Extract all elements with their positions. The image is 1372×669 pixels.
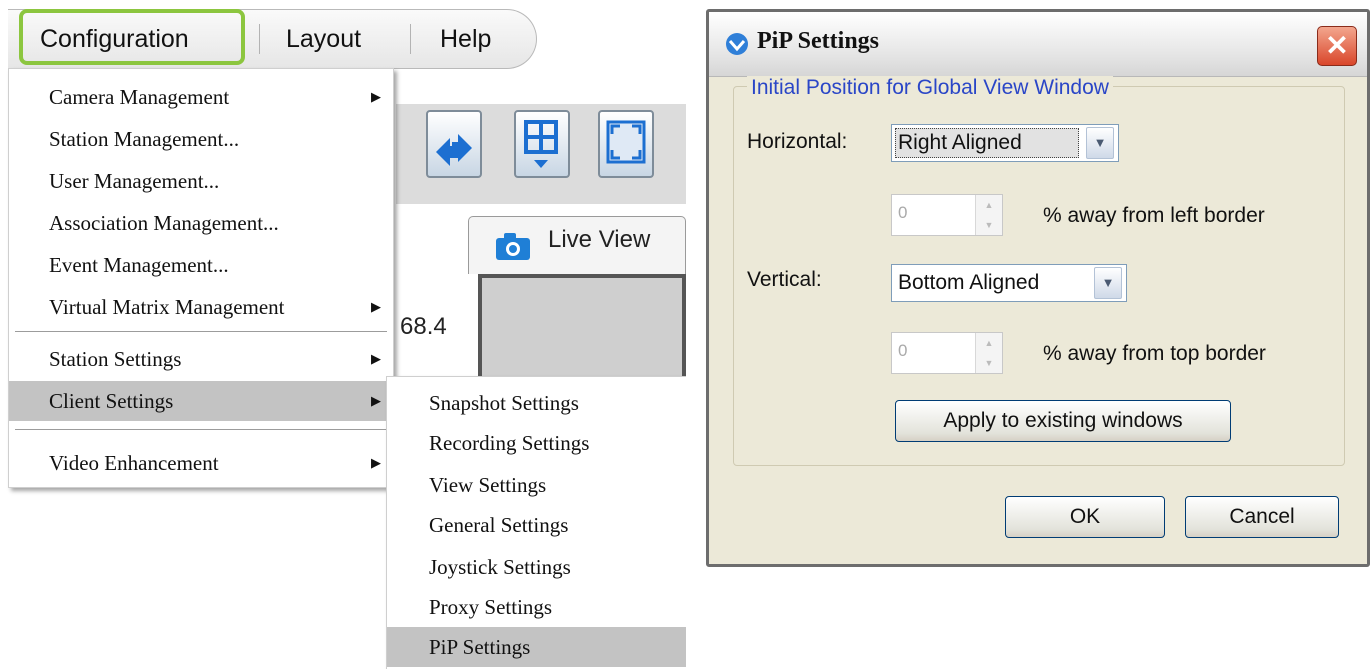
toolbar <box>396 104 686 204</box>
vertical-offset-suffix: % away from top border <box>1043 342 1266 365</box>
menu-item-general-settings[interactable]: General Settings <box>387 505 686 545</box>
menu-divider <box>410 24 411 54</box>
menu-item-video-enhancement[interactable]: Video Enhancement ▶ <box>9 443 393 483</box>
menu-item-recording-settings[interactable]: Recording Settings <box>387 423 686 463</box>
menu-item-label: Camera Management <box>49 85 230 109</box>
spinner-arrows-icon[interactable]: ▲ ▼ <box>975 195 1002 235</box>
vertical-align-select[interactable]: Bottom Aligned ▼ <box>891 264 1127 302</box>
ok-button[interactable]: OK <box>1005 496 1165 538</box>
horizontal-offset-spinner[interactable]: 0 ▲ ▼ <box>891 194 1003 236</box>
horizontal-label: Horizontal: <box>747 130 848 153</box>
menu-item-snapshot-settings[interactable]: Snapshot Settings <box>387 383 686 423</box>
menu-separator <box>15 429 387 430</box>
spinner-arrows-icon[interactable]: ▲ ▼ <box>975 333 1002 373</box>
menu-item-view-settings[interactable]: View Settings <box>387 465 686 505</box>
grid-layout-icon <box>524 120 558 168</box>
swap-view-button[interactable] <box>426 110 482 178</box>
dialog-title-bar[interactable]: PiP Settings ✕ <box>709 12 1367 77</box>
address-fragment: 68.4 <box>400 313 447 340</box>
vertical-align-value: Bottom Aligned <box>898 271 1040 294</box>
menu-item-virtual-matrix-management[interactable]: Virtual Matrix Management ▶ <box>9 287 393 327</box>
chevron-down-icon[interactable]: ▼ <box>1086 127 1114 159</box>
menu-divider <box>259 24 260 54</box>
menu-item-client-settings[interactable]: Client Settings ▶ <box>9 381 393 421</box>
submenu-arrow-icon: ▶ <box>371 89 381 104</box>
menu-item-label: Video Enhancement <box>49 451 219 475</box>
menu-item-camera-management[interactable]: Camera Management ▶ <box>9 77 393 117</box>
configuration-highlight-frame <box>19 9 245 65</box>
submenu-arrow-icon: ▶ <box>371 351 381 366</box>
menu-item-label: Client Settings <box>49 389 174 413</box>
menu-item-proxy-settings[interactable]: Proxy Settings <box>387 587 686 627</box>
menu-item-station-management[interactable]: Station Management... <box>9 119 393 159</box>
submenu-arrow-icon: ▶ <box>371 393 381 408</box>
fullscreen-icon <box>606 120 646 164</box>
menu-separator <box>15 331 387 332</box>
menu-item-label: Association Management... <box>49 211 279 235</box>
menu-item-station-settings[interactable]: Station Settings ▶ <box>9 339 393 379</box>
menu-layout[interactable]: Layout <box>286 10 361 68</box>
menu-item-label: Station Management... <box>49 127 240 151</box>
client-settings-submenu: Snapshot Settings Recording Settings Vie… <box>386 376 686 669</box>
cancel-button[interactable]: Cancel <box>1185 496 1339 538</box>
pip-settings-dialog: PiP Settings ✕ Initial Position for Glob… <box>706 9 1370 567</box>
menu-item-label: User Management... <box>49 169 220 193</box>
menu-item-user-management[interactable]: User Management... <box>9 161 393 201</box>
menu-item-label: Virtual Matrix Management <box>49 295 285 319</box>
horizontal-offset-value: 0 <box>898 203 908 222</box>
fullscreen-button[interactable] <box>598 110 654 178</box>
menu-item-label: Event Management... <box>49 253 229 277</box>
horizontal-align-value: Right Aligned <box>898 131 1022 154</box>
dialog-title: PiP Settings <box>757 28 880 54</box>
horizontal-align-select[interactable]: Right Aligned ▼ <box>891 124 1119 162</box>
group-title: Initial Position for Global View Window <box>747 76 1113 100</box>
horizontal-offset-suffix: % away from left border <box>1043 204 1265 227</box>
menu-item-pip-settings[interactable]: PiP Settings <box>387 627 686 667</box>
menu-item-joystick-settings[interactable]: Joystick Settings <box>387 547 686 587</box>
apply-to-existing-windows-button[interactable]: Apply to existing windows <box>895 400 1231 442</box>
vertical-offset-spinner[interactable]: 0 ▲ ▼ <box>891 332 1003 374</box>
submenu-arrow-icon: ▶ <box>371 299 381 314</box>
swap-arrows-icon <box>436 134 472 166</box>
app-logo-icon <box>726 33 748 55</box>
configuration-menu: Camera Management ▶ Station Management..… <box>8 68 394 488</box>
menu-item-association-management[interactable]: Association Management... <box>9 203 393 243</box>
vertical-label: Vertical: <box>747 268 822 291</box>
menu-item-label: Station Settings <box>49 347 182 371</box>
camera-icon <box>496 233 530 260</box>
chevron-down-icon[interactable]: ▼ <box>1094 267 1122 299</box>
vertical-offset-value: 0 <box>898 341 908 360</box>
layout-grid-button[interactable] <box>514 110 570 178</box>
close-button[interactable]: ✕ <box>1317 26 1357 66</box>
menu-help[interactable]: Help <box>440 10 491 68</box>
menu-item-event-management[interactable]: Event Management... <box>9 245 393 285</box>
close-icon: ✕ <box>1325 30 1349 61</box>
application-window: Configuration Layout Help Live View 68.4… <box>0 0 686 669</box>
tab-live-view-label: Live View <box>548 226 651 253</box>
submenu-arrow-icon: ▶ <box>371 455 381 470</box>
